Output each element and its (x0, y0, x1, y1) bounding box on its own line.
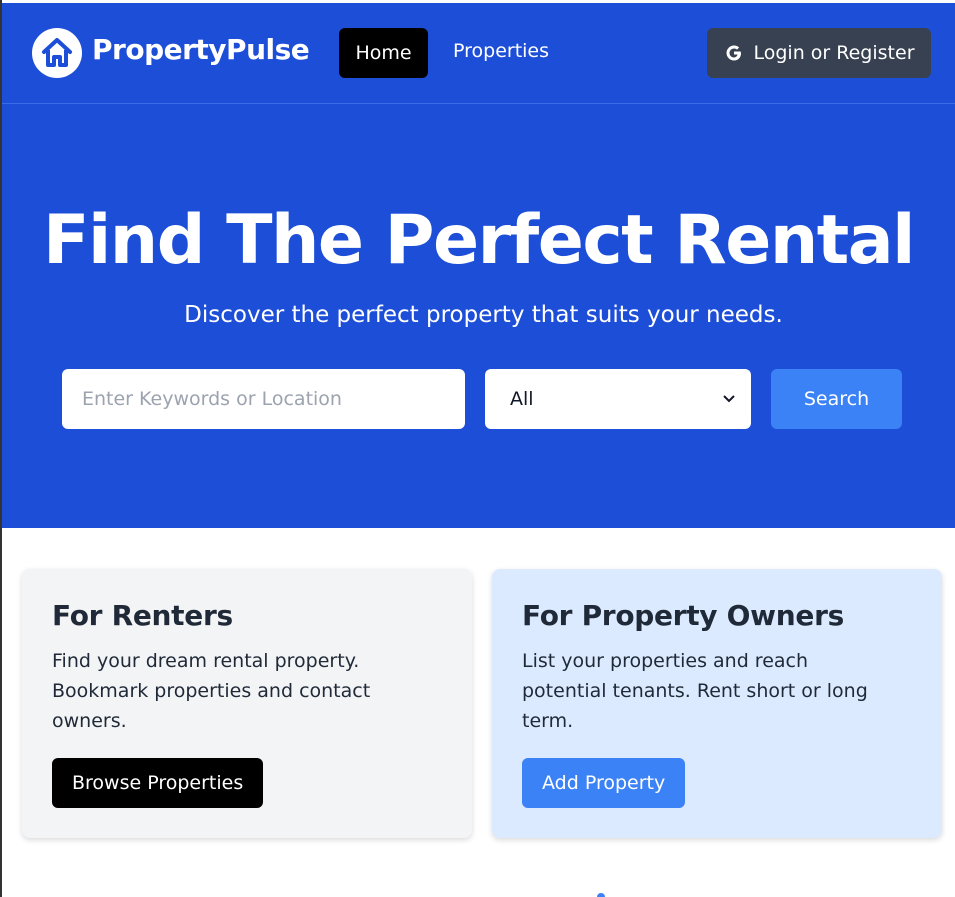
renters-card-text: Find your dream rental property. Bookmar… (52, 650, 371, 732)
add-property-button[interactable]: Add Property (522, 758, 686, 808)
owners-card-title: For Property Owners (522, 599, 844, 632)
logo[interactable] (32, 28, 82, 78)
browse-properties-button[interactable]: Browse Properties (52, 758, 264, 808)
hero-section: Find The Perfect Rental Discover the per… (2, 104, 955, 528)
property-type-select[interactable]: All (485, 369, 751, 429)
owners-card: For Property Owners List your properties… (492, 569, 942, 838)
search-button[interactable]: Search (771, 369, 902, 429)
login-register-label: Login or Register (753, 42, 915, 64)
owners-card-text: List your properties and reach potential… (522, 650, 868, 732)
google-icon (724, 43, 744, 63)
loading-indicator (597, 893, 605, 897)
navbar: PropertyPulse Home Properties Login or R… (2, 3, 955, 104)
renters-card-title: For Renters (52, 599, 233, 632)
nav-link-home[interactable]: Home (339, 28, 428, 78)
house-icon (42, 38, 72, 67)
login-register-button[interactable]: Login or Register (707, 28, 931, 78)
renters-card: For Renters Find your dream rental prope… (22, 569, 472, 838)
nav-link-properties[interactable]: Properties (453, 40, 549, 62)
location-search-input[interactable] (62, 369, 465, 429)
property-type-selected: All (510, 388, 534, 410)
hero-subtitle: Discover the perfect property that suits… (184, 302, 783, 328)
chevron-down-icon (723, 395, 735, 403)
brand-name[interactable]: PropertyPulse (92, 33, 310, 66)
hero-title: Find The Perfect Rental (43, 201, 915, 280)
